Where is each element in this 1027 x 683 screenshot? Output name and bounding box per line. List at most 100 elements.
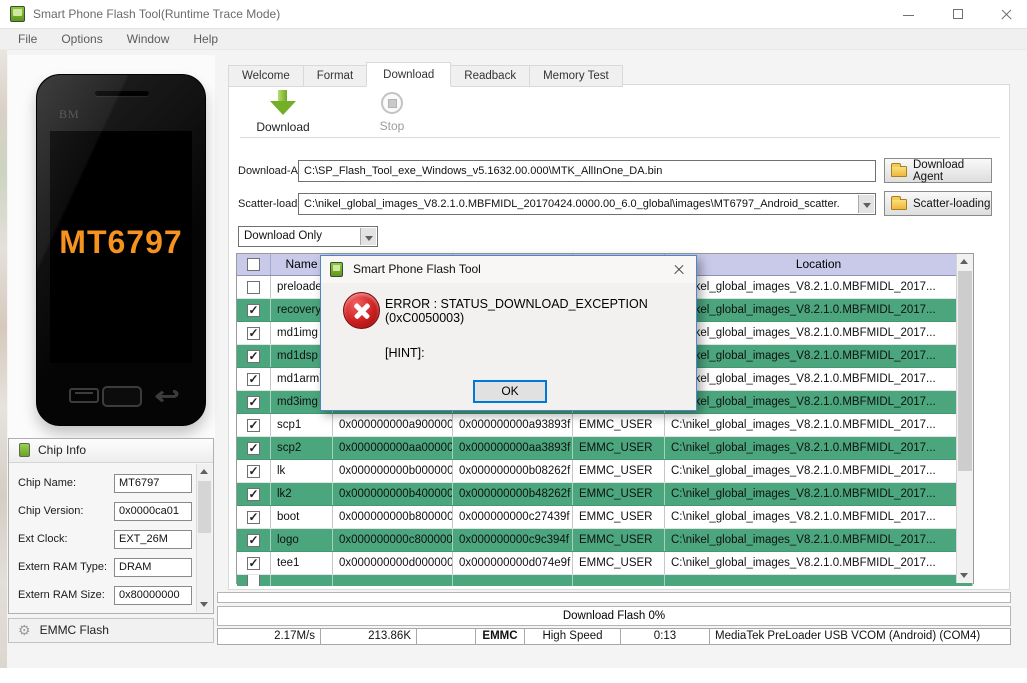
chip-field-row: Ext Clock: EXT_26M (10, 525, 195, 553)
stop-button[interactable]: Stop (360, 92, 424, 133)
chip-info-body: Chip Name: MT6797 Chip Version: 0x0000ca01 E… (10, 464, 195, 612)
row-checkbox[interactable]: ✓ (247, 533, 260, 547)
chip-info-title: Chip Info (38, 443, 87, 457)
scroll-thumb[interactable] (958, 271, 972, 471)
cell-end-address: 0x000000000c9c394f (453, 529, 573, 551)
table-row-partial (237, 575, 973, 586)
tab-memory-test[interactable]: Memory Test (529, 65, 623, 87)
cell-location: C:\nikel_global_images_V8.2.1.0.MBFMIDL_… (665, 391, 973, 413)
row-checkbox[interactable]: ✓ (247, 464, 260, 478)
folder-icon (891, 163, 907, 177)
status-cell-6: MediaTek PreLoader USB VCOM (Android) (C… (709, 628, 1011, 645)
cell-location: C:\nikel_global_images_V8.2.1.0.MBFMIDL_… (671, 465, 936, 477)
chip-field-label: Extern RAM Size: (18, 589, 105, 601)
table-row-lk: ✓ lk 0x000000000b000000 0x000000000b08262f E… (237, 460, 973, 483)
cell-begin-address (333, 575, 453, 586)
cell-region: EMMC_USER (573, 529, 665, 551)
cell-begin-address: 0x000000000b400000 (333, 483, 453, 505)
row-checkbox[interactable]: ✓ (247, 418, 260, 432)
scatter-loading-button[interactable]: Scatter-loading (884, 191, 992, 216)
row-checkbox[interactable]: ✓ (247, 372, 260, 386)
dialog-close-icon[interactable] (672, 263, 686, 277)
row-checkbox[interactable]: ✓ (247, 326, 260, 340)
cell-end-address: 0x000000000aa3893f (453, 437, 573, 459)
close-icon (1000, 14, 1013, 15)
menu-item-options[interactable]: Options (49, 29, 114, 49)
scatter-loading-button-label: Scatter-loading (913, 197, 991, 210)
cell-begin-address: 0x000000000aa00000 (333, 437, 453, 459)
cell-begin-address: 0x000000000c800000 (333, 529, 453, 551)
row-checkbox[interactable]: ✓ (247, 349, 260, 363)
tab-welcome[interactable]: Welcome (228, 65, 304, 87)
minimize-button[interactable] (891, 0, 925, 28)
chip-field-label: Chip Version: (18, 505, 84, 517)
row-checkbox[interactable]: ✓ (247, 556, 260, 570)
cell-checkbox: ✓ (237, 506, 271, 528)
scroll-up-icon[interactable] (957, 254, 973, 269)
maximize-icon (953, 9, 963, 19)
tab-readback[interactable]: Readback (450, 65, 531, 87)
tab-format[interactable]: Format (302, 65, 368, 87)
chip-field-value: MT6797 (114, 473, 192, 493)
scatter-file-combobox[interactable]: C:\nikel_global_images_V8.2.1.0.MBFMIDL_… (298, 193, 876, 215)
menu-item-window[interactable]: Window (115, 29, 182, 49)
row-checkbox[interactable]: ✓ (247, 510, 260, 524)
close-button[interactable] (988, 0, 1022, 28)
maximize-button[interactable] (941, 0, 975, 28)
menu-item-help[interactable]: Help (181, 29, 230, 49)
download-agent-input[interactable]: C:\SP_Flash_Tool_exe_Windows_v5.1632.00.… (298, 160, 876, 182)
download-agent-button-label: Download Agent (913, 158, 965, 183)
cell-checkbox: ✓ (237, 483, 271, 505)
cell-begin-address: 0x000000000b800000 (333, 506, 453, 528)
menu-item-file[interactable]: File (6, 29, 49, 49)
phone-chip-label: MT6797 (59, 223, 183, 260)
cell-end-address (453, 575, 573, 586)
row-checkbox[interactable]: ✓ (247, 487, 260, 501)
scroll-down-icon[interactable] (957, 568, 973, 583)
table-row-scp1: ✓ scp1 0x000000000a900000 0x000000000a93893… (237, 414, 973, 437)
cell-checkbox: ✓ (237, 391, 271, 413)
col-header-location[interactable]: Location (665, 254, 973, 275)
chevron-down-icon[interactable] (360, 228, 376, 245)
ok-button[interactable]: OK (473, 380, 547, 403)
cell-location: C:\nikel_global_images_V8.2.1.0.MBFMIDL_… (671, 511, 936, 523)
tab-download[interactable]: Download (366, 62, 452, 87)
error-message: ERROR : STATUS_DOWNLOAD_EXCEPTION (0xC00… (385, 297, 648, 325)
table-row-logo: ✓ logo 0x000000000c800000 0x000000000c9c394… (237, 529, 973, 552)
phone-speaker (95, 91, 149, 96)
download-mode-select[interactable]: Download Only (238, 226, 378, 247)
scroll-down-icon[interactable] (197, 597, 212, 612)
cell-region (573, 575, 665, 586)
cell-region: EMMC_USER (573, 483, 665, 505)
download-button[interactable]: Download (246, 90, 320, 134)
scroll-up-icon[interactable] (197, 464, 212, 479)
row-checkbox[interactable]: ✓ (247, 303, 260, 317)
cell-location: C:\nikel_global_images_V8.2.1.0.MBFMIDL_… (671, 373, 936, 385)
phone-preview-panel: BM MT6797 ↩ (8, 55, 215, 438)
select-all-checkbox[interactable] (247, 258, 260, 271)
stop-button-label: Stop (379, 119, 405, 133)
row-checkbox[interactable] (247, 280, 260, 294)
download-agent-button[interactable]: Download Agent (884, 158, 992, 183)
table-scrollbar[interactable] (956, 254, 973, 583)
chevron-down-icon[interactable] (858, 195, 874, 213)
row-checkbox[interactable]: ✓ (247, 395, 260, 409)
chip-field-row: Chip Version: 0x0000ca01 (10, 497, 195, 525)
cell-end-address: 0x000000000b08262f (453, 460, 573, 482)
chip-field-row: Extern RAM Type: DRAM (10, 553, 195, 581)
cell-location: C:\nikel_global_images_V8.2.1.0.MBFMIDL_… (671, 557, 936, 569)
row-checkbox[interactable]: ✓ (247, 441, 260, 455)
cell-location: C:\nikel_global_images_V8.2.1.0.MBFMIDL_… (671, 281, 936, 293)
cell-begin-address: 0x000000000d000000 (333, 552, 453, 574)
scroll-thumb[interactable] (198, 481, 211, 533)
row-checkbox[interactable] (247, 575, 260, 586)
folder-icon (891, 196, 907, 210)
app-window: Smart Phone Flash Tool(Runtime Trace Mod… (0, 0, 1027, 683)
chip-info-scrollbar[interactable] (196, 464, 212, 612)
status-cell-3: EMMC (475, 628, 525, 645)
cell-name: scp1 (271, 414, 333, 436)
chip-info-header[interactable]: Chip Info (9, 439, 213, 463)
emmc-flash-header[interactable]: ⚙ EMMC Flash (8, 618, 214, 643)
cell-checkbox: ✓ (237, 299, 271, 321)
cell-region: EMMC_USER (573, 414, 665, 436)
